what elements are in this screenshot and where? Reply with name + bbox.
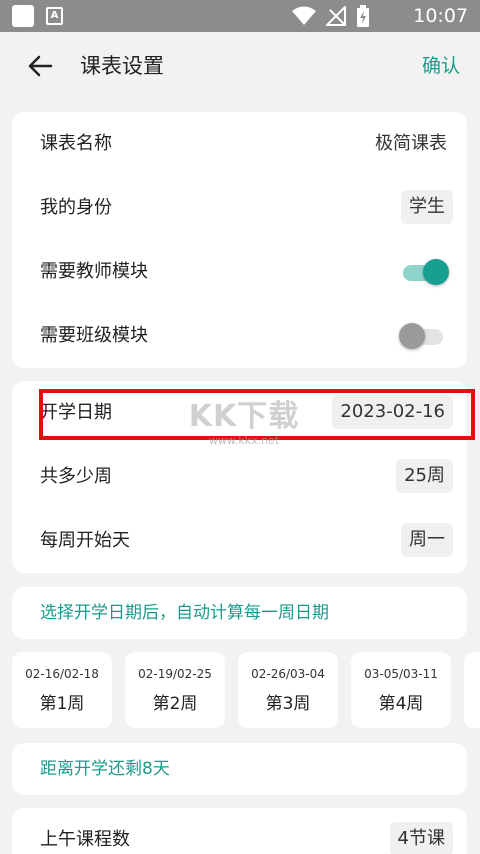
start-date-label: 开学日期 (40, 402, 112, 423)
countdown-text: 距离开学还剩8天 (40, 759, 170, 779)
week-list[interactable]: 02-16/02-18 第1周 02-19/02-25 第2周 02-26/03… (12, 652, 480, 730)
week-start-label: 每周开始天 (40, 530, 130, 551)
app-header: 课表设置 确认 (0, 32, 480, 100)
week-start-row[interactable]: 每周开始天 周一 (12, 509, 467, 573)
start-date-row[interactable]: 开学日期 2023-02-16 (12, 381, 467, 445)
identity-chip[interactable]: 学生 (401, 190, 453, 224)
morning-lessons-label: 上午课程数 (40, 829, 130, 850)
total-weeks-row[interactable]: 共多少周 25周 (12, 445, 467, 509)
confirm-button[interactable]: 确认 (422, 52, 460, 80)
teacher-module-row: 需要教师模块 (12, 240, 467, 304)
countdown-card: 距离开学还剩8天 (12, 743, 467, 795)
auto-calc-text: 选择开学日期后，自动计算每一周日期 (40, 603, 329, 623)
battery-icon (357, 5, 369, 27)
week-label: 第4周 (378, 694, 424, 714)
lessons-card: 上午课程数 4节课 (12, 808, 467, 854)
total-weeks-chip[interactable]: 25周 (396, 459, 453, 493)
status-time: 10:07 (413, 5, 468, 27)
wifi-icon (292, 6, 316, 25)
notification-icon (12, 5, 34, 27)
week-card[interactable]: 02-26/03-04 第3周 (238, 652, 338, 728)
week-card[interactable]: 02-16/02-18 第1周 (12, 652, 112, 728)
week-range: 03-05/03-11 (364, 667, 438, 681)
morning-lessons-row[interactable]: 上午课程数 4节课 (12, 808, 467, 854)
class-module-toggle[interactable] (399, 323, 449, 349)
page-title: 课表设置 (80, 54, 164, 78)
teacher-module-toggle[interactable] (399, 259, 449, 285)
identity-label: 我的身份 (40, 197, 112, 218)
term-settings-card: 开学日期 2023-02-16 共多少周 25周 每周开始天 周一 (12, 381, 467, 573)
week-card-partial[interactable] (464, 652, 480, 728)
basic-settings-card: 课表名称 极简课表 我的身份 学生 需要教师模块 需要班级模块 (12, 112, 467, 368)
week-label: 第1周 (39, 694, 85, 714)
total-weeks-label: 共多少周 (40, 466, 112, 487)
back-arrow-icon (28, 55, 53, 77)
start-date-chip[interactable]: 2023-02-16 (332, 395, 453, 429)
week-label: 第2周 (152, 694, 198, 714)
week-card[interactable]: 02-19/02-25 第2周 (125, 652, 225, 728)
week-range: 02-19/02-25 (138, 667, 212, 681)
no-signal-icon (326, 6, 346, 26)
morning-lessons-chip[interactable]: 4节课 (389, 822, 453, 854)
schedule-name-row[interactable]: 课表名称 极简课表 (12, 112, 467, 176)
week-range: 02-26/03-04 (251, 667, 325, 681)
status-icons (292, 5, 370, 27)
class-module-row: 需要班级模块 (12, 304, 467, 368)
week-label: 第3周 (265, 694, 311, 714)
identity-row[interactable]: 我的身份 学生 (12, 176, 467, 240)
week-start-chip[interactable]: 周一 (401, 523, 453, 557)
a-notification-icon: A (46, 7, 63, 25)
status-bar: A 10:07 (0, 0, 480, 32)
teacher-module-label: 需要教师模块 (40, 261, 148, 282)
week-range: 02-16/02-18 (25, 667, 99, 681)
week-card[interactable]: 03-05/03-11 第4周 (351, 652, 451, 728)
class-module-label: 需要班级模块 (40, 325, 148, 346)
auto-calc-card: 选择开学日期后，自动计算每一周日期 (12, 587, 467, 639)
back-button[interactable] (20, 46, 60, 86)
schedule-name-value: 极简课表 (375, 133, 447, 154)
schedule-name-label: 课表名称 (40, 133, 112, 154)
